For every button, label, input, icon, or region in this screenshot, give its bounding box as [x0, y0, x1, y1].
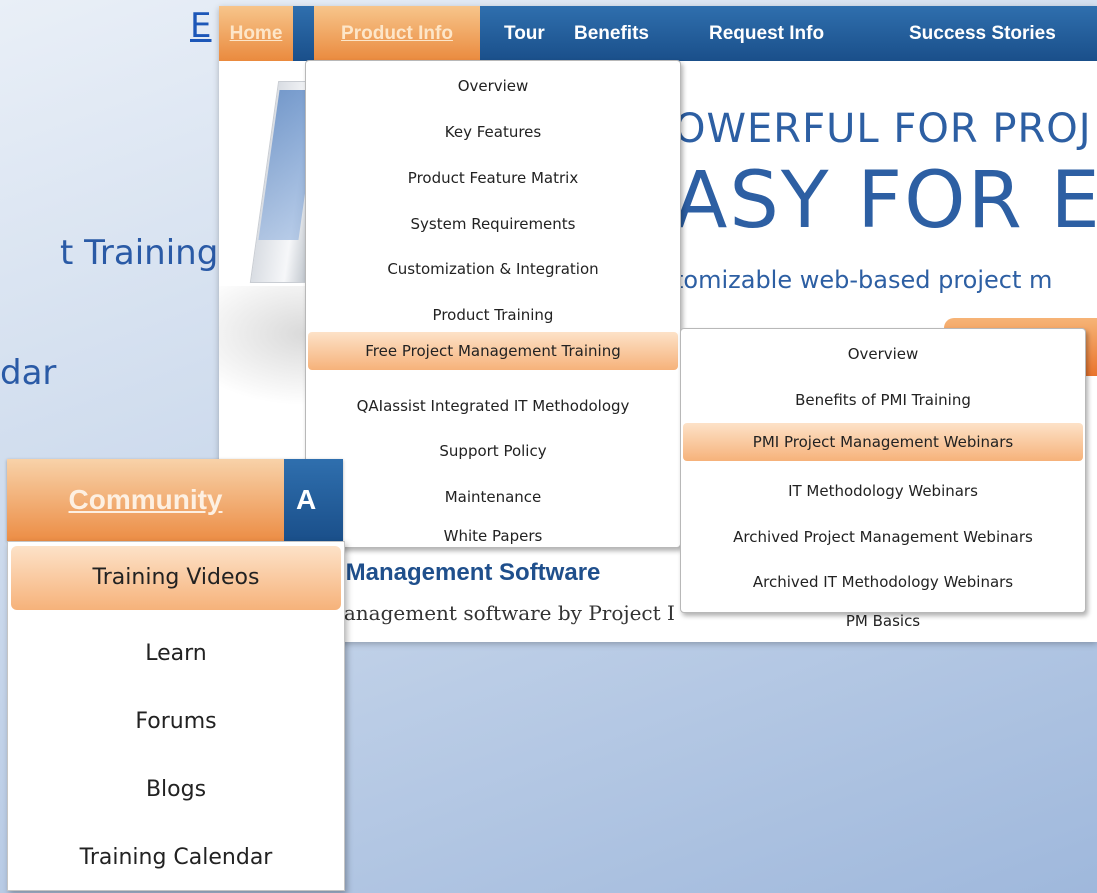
- menu-item-maintenance[interactable]: Maintenance: [306, 482, 680, 512]
- hero-headline: OWERFUL FOR PROJ: [674, 106, 1092, 152]
- website-screenshot: Home Product Info Tour Benefits Request …: [219, 6, 1097, 642]
- submenu-item-archived-it-webinars[interactable]: Archived IT Methodology Webinars: [681, 567, 1085, 597]
- product-info-menu: Overview Key Features Product Feature Ma…: [305, 60, 681, 548]
- menu-item-customization[interactable]: Customization & Integration: [306, 254, 680, 284]
- nav-next-tab[interactable]: A: [296, 459, 316, 541]
- nav-product-info[interactable]: Product Info: [314, 6, 480, 61]
- menu-item-key-features[interactable]: Key Features: [306, 117, 680, 147]
- hero-subheadline: ASY FOR EV: [674, 156, 1097, 246]
- slide-text-calendar: dar: [0, 353, 57, 393]
- content-paragraph: nanagement software by Project I: [331, 601, 675, 625]
- submenu-item-it-webinars[interactable]: IT Methodology Webinars: [681, 476, 1085, 506]
- menu-item-free-pm-training[interactable]: Free Project Management Training: [308, 332, 678, 370]
- community-menu: Training Videos Learn Forums Blogs Train…: [7, 541, 345, 891]
- community-item-forums[interactable]: Forums: [8, 702, 344, 742]
- nav-community[interactable]: Community: [7, 459, 284, 541]
- main-navbar: Home Product Info Tour Benefits Request …: [219, 6, 1097, 61]
- community-item-blogs[interactable]: Blogs: [8, 770, 344, 810]
- nav-home[interactable]: Home: [219, 6, 293, 61]
- menu-item-white-papers[interactable]: White Papers: [306, 525, 680, 547]
- submenu-item-benefits-pmi[interactable]: Benefits of PMI Training: [681, 385, 1085, 415]
- slide-text-training: t Training: [60, 233, 219, 273]
- menu-item-feature-matrix[interactable]: Product Feature Matrix: [306, 163, 680, 193]
- submenu-item-pmi-webinars[interactable]: PMI Project Management Webinars: [683, 423, 1083, 461]
- slide-link-fragment[interactable]: E: [190, 6, 211, 46]
- community-navbar: Community A: [7, 459, 343, 541]
- community-item-training-videos[interactable]: Training Videos: [11, 546, 341, 610]
- training-submenu: Overview Benefits of PMI Training PMI Pr…: [680, 328, 1086, 630]
- menu-item-product-training[interactable]: Product Training: [306, 300, 680, 330]
- submenu-item-pm-basics[interactable]: PM Basics: [681, 609, 1085, 633]
- submenu-item-archived-pm-webinars[interactable]: Archived Project Management Webinars: [681, 522, 1085, 552]
- nav-request-info[interactable]: Request Info: [699, 6, 834, 61]
- menu-item-support-policy[interactable]: Support Policy: [306, 436, 680, 466]
- hero-tagline: tomizable web-based project m: [674, 266, 1053, 294]
- menu-item-system-requirements[interactable]: System Requirements: [306, 209, 680, 239]
- menu-item-qaiassist[interactable]: QAIassist Integrated IT Methodology: [306, 391, 680, 421]
- nav-tour[interactable]: Tour: [494, 6, 555, 61]
- content-heading: t Management Software: [331, 559, 601, 586]
- nav-benefits[interactable]: Benefits: [564, 6, 659, 61]
- menu-item-overview[interactable]: Overview: [306, 71, 680, 101]
- nav-success-stories[interactable]: Success Stories: [899, 6, 1066, 61]
- community-item-training-calendar[interactable]: Training Calendar: [8, 838, 344, 878]
- submenu-item-overview[interactable]: Overview: [681, 339, 1085, 369]
- community-item-learn[interactable]: Learn: [8, 634, 344, 674]
